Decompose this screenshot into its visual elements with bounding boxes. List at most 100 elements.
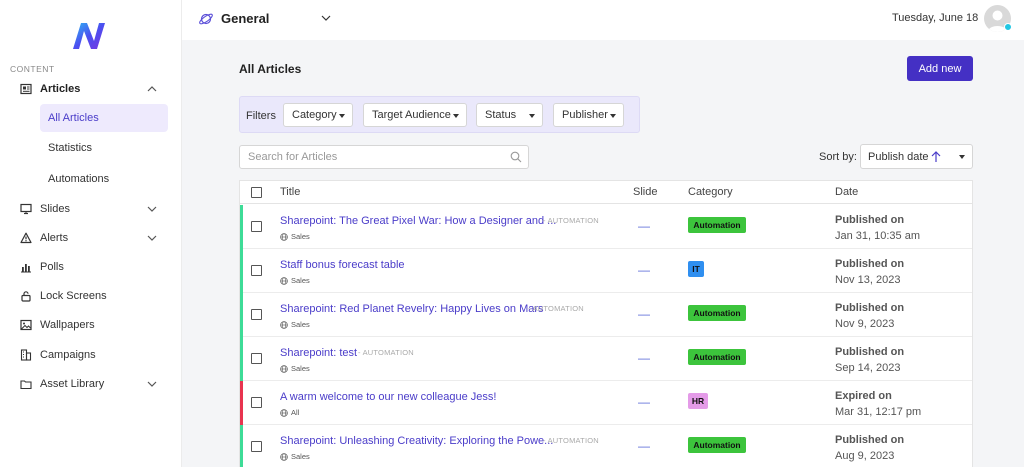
- sidebar-item-wallpapers[interactable]: Wallpapers: [20, 314, 170, 336]
- publish-status: Published on: [835, 302, 905, 314]
- chevron-down-icon[interactable]: [146, 378, 158, 390]
- publish-status: Published on: [835, 346, 905, 358]
- workspace-selector[interactable]: General: [221, 11, 269, 26]
- sidebar-item-slides[interactable]: Slides: [20, 198, 170, 220]
- row-checkbox[interactable]: [251, 353, 262, 364]
- caret-down-icon: [453, 114, 459, 118]
- publish-status: Published on: [835, 434, 905, 446]
- row-checkbox[interactable]: [251, 397, 262, 408]
- sidebar-item-asset-library[interactable]: Asset Library: [20, 373, 170, 395]
- audience-label: Sales: [280, 452, 310, 461]
- filter-status-button[interactable]: Status: [476, 103, 543, 127]
- slide-value: —: [638, 263, 650, 277]
- category-badge: IT: [688, 261, 704, 277]
- publish-date: Nov 9, 2023: [835, 318, 895, 330]
- publish-date: Sep 14, 2023: [835, 362, 901, 374]
- table-row[interactable]: A warm welcome to our new colleague Jess…: [240, 381, 972, 425]
- sort-label: Sort by:: [819, 151, 857, 163]
- table-row[interactable]: Sharepoint: Unleashing Creativity: Explo…: [240, 425, 972, 467]
- search-input[interactable]: [240, 146, 500, 168]
- publish-status: Published on: [835, 214, 905, 226]
- row-checkbox[interactable]: [251, 441, 262, 452]
- sidebar-subitem-automations[interactable]: Automations: [40, 165, 168, 193]
- sort-select[interactable]: Publish date: [860, 144, 973, 169]
- column-category[interactable]: Category: [688, 186, 733, 198]
- filter-target-audience-button[interactable]: Target Audience: [363, 103, 467, 127]
- sidebar-item-label: Polls: [40, 261, 64, 273]
- chevron-up-icon[interactable]: [146, 83, 158, 95]
- caret-down-icon: [959, 155, 965, 159]
- search-box: [239, 145, 529, 169]
- article-title-link[interactable]: Staff bonus forecast table: [280, 259, 405, 271]
- table-row[interactable]: Staff bonus forecast table Sales — IT Publis…: [240, 249, 972, 293]
- lock-icon: [20, 290, 32, 302]
- category-badge: Automation: [688, 349, 746, 365]
- articles-table: Title Slide Category Date Sharepoint: Th…: [239, 180, 973, 467]
- globe-icon: [280, 364, 288, 373]
- row-checkbox[interactable]: [251, 309, 262, 320]
- planet-icon: [199, 13, 213, 25]
- article-title-link[interactable]: Sharepoint: The Great Pixel War: How a D…: [280, 215, 556, 227]
- chevron-down-icon[interactable]: [320, 12, 332, 24]
- automation-tag: - AUTOMATION: [528, 304, 584, 313]
- table-row[interactable]: Sharepoint: Red Planet Revelry: Happy Li…: [240, 293, 972, 337]
- automation-tag: - AUTOMATION: [543, 216, 599, 225]
- select-all-checkbox[interactable]: [251, 187, 262, 198]
- search-icon[interactable]: [510, 151, 522, 163]
- content-section-label: CONTENT: [10, 64, 55, 74]
- sidebar-item-campaigns[interactable]: Campaigns: [20, 344, 170, 366]
- status-bar: [240, 205, 243, 249]
- filter-label: Target Audience: [372, 109, 451, 121]
- audience-label: Sales: [280, 320, 310, 329]
- globe-icon: [280, 276, 288, 285]
- publish-status: Published on: [835, 258, 905, 270]
- chevron-down-icon[interactable]: [146, 232, 158, 244]
- filter-category-button[interactable]: Category: [283, 103, 353, 127]
- column-slide[interactable]: Slide: [633, 186, 657, 198]
- sidebar-item-lock-screens[interactable]: Lock Screens: [20, 285, 170, 307]
- caret-down-icon: [339, 114, 345, 118]
- automation-tag: - AUTOMATION: [543, 436, 599, 445]
- article-title-link[interactable]: Sharepoint: test: [280, 347, 357, 359]
- category-badge: Automation: [688, 437, 746, 453]
- arrow-up-icon[interactable]: [930, 150, 942, 163]
- add-new-button[interactable]: Add new: [907, 56, 973, 81]
- row-checkbox[interactable]: [251, 221, 262, 232]
- top-bar: General Tuesday, June 18: [182, 0, 1024, 40]
- bar-chart-icon: [20, 261, 32, 273]
- column-title[interactable]: Title: [280, 186, 300, 198]
- sidebar-subitem-all-articles[interactable]: All Articles: [40, 104, 168, 132]
- sort-value: Publish date: [868, 151, 929, 163]
- filter-label: Publisher: [562, 109, 608, 121]
- table-row[interactable]: Sharepoint: The Great Pixel War: How a D…: [240, 205, 972, 249]
- app-logo[interactable]: [70, 19, 108, 51]
- audience-label: All: [280, 408, 299, 417]
- publish-date: Jan 31, 10:35 am: [835, 230, 921, 242]
- sidebar-subitem-statistics[interactable]: Statistics: [40, 134, 168, 162]
- article-title-link[interactable]: Sharepoint: Red Planet Revelry: Happy Li…: [280, 303, 544, 315]
- row-checkbox[interactable]: [251, 265, 262, 276]
- article-title-link[interactable]: A warm welcome to our new colleague Jess…: [280, 391, 496, 403]
- current-date: Tuesday, June 18: [892, 12, 979, 24]
- article-title-link[interactable]: Sharepoint: Unleashing Creativity: Explo…: [280, 435, 553, 447]
- sidebar-item-articles[interactable]: Articles: [20, 78, 170, 100]
- online-status-dot: [1004, 23, 1012, 31]
- filter-publisher-button[interactable]: Publisher: [553, 103, 624, 127]
- table-row[interactable]: Sharepoint: test - AUTOMATION Sales — Automa…: [240, 337, 972, 381]
- sidebar-item-alerts[interactable]: Alerts: [20, 227, 170, 249]
- globe-icon: [280, 452, 288, 461]
- page-title: All Articles: [239, 62, 302, 76]
- audience-text: Sales: [291, 276, 310, 285]
- sidebar-item-label: Campaigns: [40, 349, 96, 361]
- status-bar: [240, 249, 243, 293]
- publish-date: Mar 31, 12:17 pm: [835, 406, 922, 418]
- column-date[interactable]: Date: [835, 186, 858, 198]
- publish-status: Expired on: [835, 390, 892, 402]
- sidebar-item-polls[interactable]: Polls: [20, 256, 170, 278]
- chevron-down-icon[interactable]: [146, 203, 158, 215]
- caret-down-icon: [529, 114, 535, 118]
- audience-text: Sales: [291, 232, 310, 241]
- sidebar-item-label: Alerts: [40, 232, 69, 244]
- caret-down-icon: [610, 114, 616, 118]
- status-bar: [240, 381, 243, 425]
